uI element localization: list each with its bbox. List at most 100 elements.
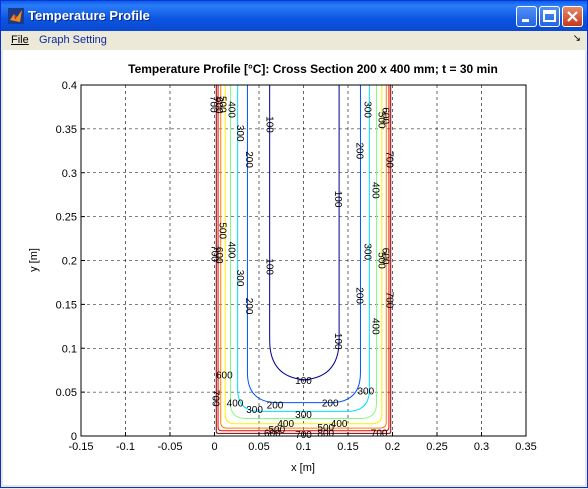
contour-label: 300	[357, 386, 374, 397]
contour-label: 600	[264, 428, 281, 439]
contour-label: 500	[216, 222, 227, 239]
menu-arrow-icon[interactable]: ↘	[573, 33, 581, 44]
contour-label: 600	[379, 107, 390, 124]
figure-area: Temperature Profile [°C]: Cross Section …	[3, 50, 585, 485]
y-tick-label: 0.15	[56, 299, 77, 311]
x-tick-label: -0.05	[157, 441, 182, 453]
y-tick-label: 0.4	[62, 80, 77, 92]
contour-label-text: 400	[369, 182, 380, 199]
title-bar[interactable]: Temperature Profile	[1, 1, 587, 31]
close-icon	[567, 11, 578, 22]
contour-label: 800	[317, 428, 334, 439]
y-axis-label: y [m]	[28, 248, 40, 272]
contour-label-text: 300	[234, 125, 245, 142]
contour-label: 300	[234, 125, 245, 142]
contour-label-text: 300	[246, 405, 263, 416]
minimize-button[interactable]	[516, 6, 537, 27]
contour-label-text: 200	[243, 151, 254, 168]
contour-label-text: 100	[332, 333, 343, 350]
menu-file[interactable]: File	[11, 34, 29, 46]
contour-label: 300	[295, 410, 312, 421]
contour-label-text: 400	[227, 399, 244, 410]
x-tick-label: 0.15	[337, 441, 358, 453]
contour-label: 200	[353, 142, 364, 159]
contour-label-text: 300	[357, 386, 374, 397]
contour-label: 300	[361, 101, 372, 118]
contour-label-text: 100	[264, 258, 275, 275]
contour-label-text: 200	[353, 287, 364, 304]
x-tick-label: 0.3	[474, 441, 489, 453]
contour-label-text: 600	[379, 107, 390, 124]
contour-label-text: 400	[369, 318, 380, 335]
contour-label: 400	[225, 101, 236, 118]
contour-label-text: 100	[264, 116, 275, 133]
contour-label: 700	[384, 292, 395, 309]
contour-label-text: 300	[361, 101, 372, 118]
contour-label-text: 300	[361, 243, 372, 260]
contour-label-text: 500	[216, 222, 227, 239]
contour-label: 400	[369, 318, 380, 335]
y-tick-label: 0.25	[56, 212, 77, 224]
contour-label: 700	[209, 390, 220, 407]
window-title: Temperature Profile	[28, 8, 150, 23]
y-tick-label: 0.2	[62, 256, 77, 268]
contour-line-100	[269, 85, 340, 381]
x-tick-label: -0.1	[116, 441, 135, 453]
maximize-button[interactable]	[539, 6, 560, 27]
x-tick-label: 0.25	[426, 441, 447, 453]
contour-label-text: 100	[295, 376, 312, 387]
x-tick-label: 0.1	[296, 441, 311, 453]
contour-label: 600	[216, 371, 233, 382]
contour-label-text: 100	[332, 191, 343, 208]
contour-label-text: 700	[384, 151, 395, 168]
contour-label-text: 600	[379, 248, 390, 265]
minimize-icon	[522, 19, 529, 22]
contour-label: 400	[227, 399, 244, 410]
contour-label-text: 400	[225, 101, 236, 118]
contour-label-text: 200	[322, 399, 339, 410]
contour-label: 700	[384, 151, 395, 168]
contour-label: 100	[295, 376, 312, 387]
contour-label-text: 700	[371, 428, 388, 439]
contour-plot: Temperature Profile [°C]: Cross Section …	[28, 62, 537, 474]
contour-label-text: 400	[225, 242, 236, 259]
menu-graph-setting[interactable]: Graph Setting	[39, 34, 107, 46]
x-tick-label: 0.35	[515, 441, 536, 453]
contour-label-text: 300	[234, 270, 245, 287]
contour-label: 400	[225, 242, 236, 259]
x-tick-label: 0.2	[385, 441, 400, 453]
contour-label-text: 600	[213, 247, 224, 264]
y-tick-label: 0.05	[56, 387, 77, 399]
maximize-icon	[543, 10, 556, 22]
x-axis-label: x [m]	[291, 462, 315, 474]
contour-label: 200	[322, 399, 339, 410]
close-button[interactable]	[562, 6, 583, 27]
contour-label-text: 200	[353, 142, 364, 159]
y-tick-label: 0.3	[62, 168, 77, 180]
contour-label-text: 300	[295, 410, 312, 421]
contour-label-text: 200	[243, 298, 254, 315]
x-tick-label: 0.05	[248, 441, 269, 453]
contour-label: 600	[379, 248, 390, 265]
app-window: Temperature Profile File Graph Setting ↘…	[0, 0, 588, 488]
contour-label: 100	[332, 191, 343, 208]
contour-label: 400	[369, 182, 380, 199]
contour-label-text: 600	[264, 428, 281, 439]
y-tick-label: 0	[71, 431, 77, 443]
contour-label-text: 600	[216, 371, 233, 382]
contour-label-text: 700	[384, 292, 395, 309]
contour-label: 300	[246, 405, 263, 416]
contour-label: 300	[361, 243, 372, 260]
contour-label: 200	[267, 400, 284, 411]
contour-label: 700	[371, 428, 388, 439]
contour-labels: 7006005004003002001005004003002001007006…	[208, 96, 395, 441]
contour-label: 200	[353, 287, 364, 304]
y-tick-label: 0.1	[62, 343, 77, 355]
chart-title: Temperature Profile [°C]: Cross Section …	[128, 62, 498, 76]
contour-label: 100	[332, 333, 343, 350]
contour-label: 200	[243, 151, 254, 168]
matlab-icon	[8, 8, 24, 24]
contour-label: 300	[234, 270, 245, 287]
contour-label-text: 700	[209, 390, 220, 407]
contour-label: 200	[243, 298, 254, 315]
